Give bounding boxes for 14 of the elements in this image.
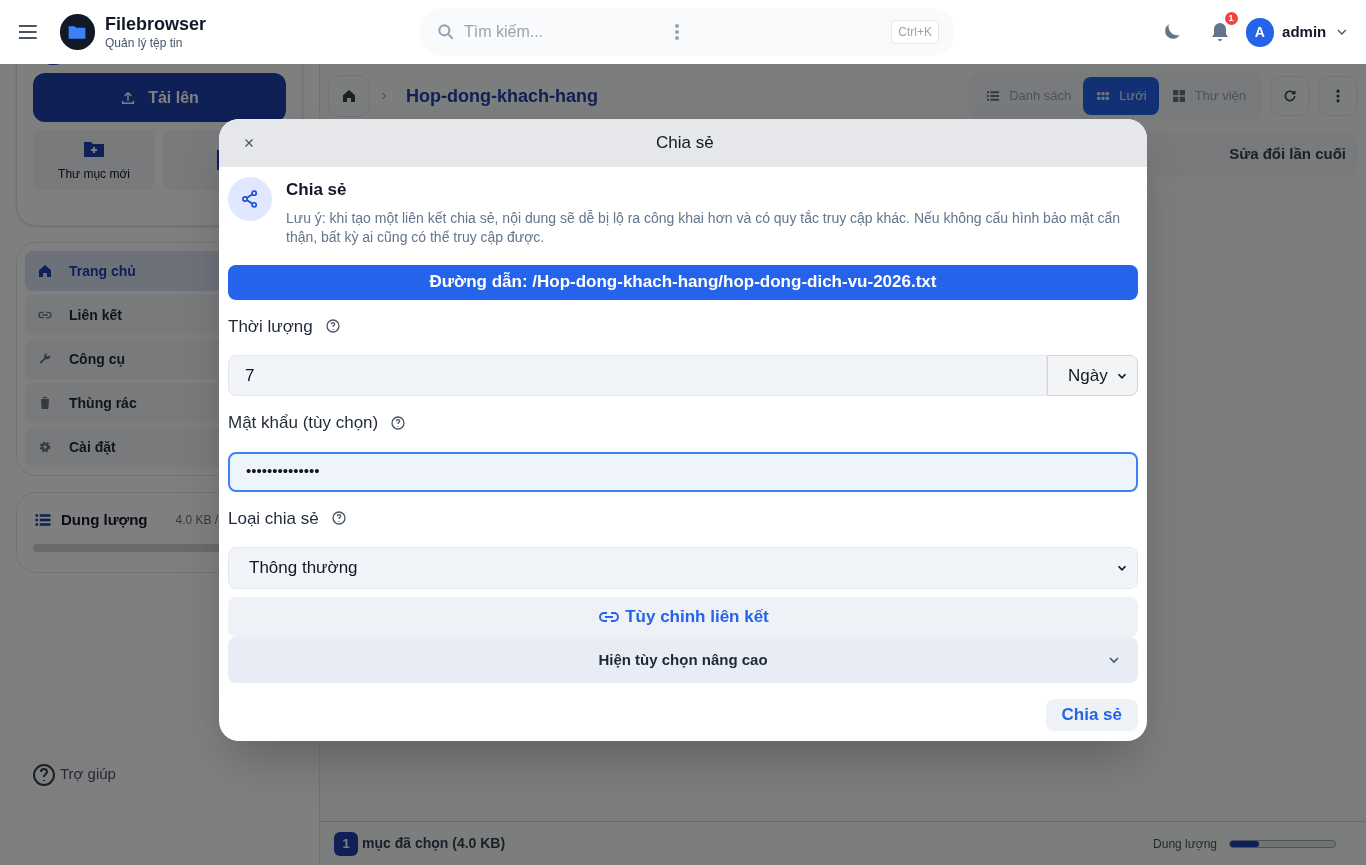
selection-text: mục đã chọn (4.0 KB) (362, 834, 506, 853)
selection-count: 1 (334, 831, 358, 856)
app-subtitle: Quản lý tệp tin (105, 35, 184, 51)
storage-label: Dung lượng (61, 510, 148, 530)
share-note: Lưu ý: khi tạo một liên kết chia sẻ, nội dung sẽ dễ bị lộ ra công khai hơn và có quy tắc truy cập khác. Nếu không cấu hình bảo mật cẩn thận, bất kỳ ai cũng có thể truy cập được. (286, 208, 1122, 247)
dialog-title: Chia sẻ (656, 132, 714, 155)
notification-badge: 1 (1224, 12, 1238, 25)
app-name: Filebrowser (105, 13, 207, 36)
field-label: Loại chia sẻ (228, 507, 319, 530)
shortcut-hint: Ctrl+K (891, 20, 939, 44)
dialog-heading: Chia sẻ (286, 179, 348, 201)
size-label: Dung lượng (1153, 835, 1217, 853)
path-banner: Đường dẫn: /Hop-dong-khach-hang/hop-dong-dich-vu-2026.txt (228, 264, 1138, 300)
storage-reading: 4.0 KB / (175, 512, 219, 530)
